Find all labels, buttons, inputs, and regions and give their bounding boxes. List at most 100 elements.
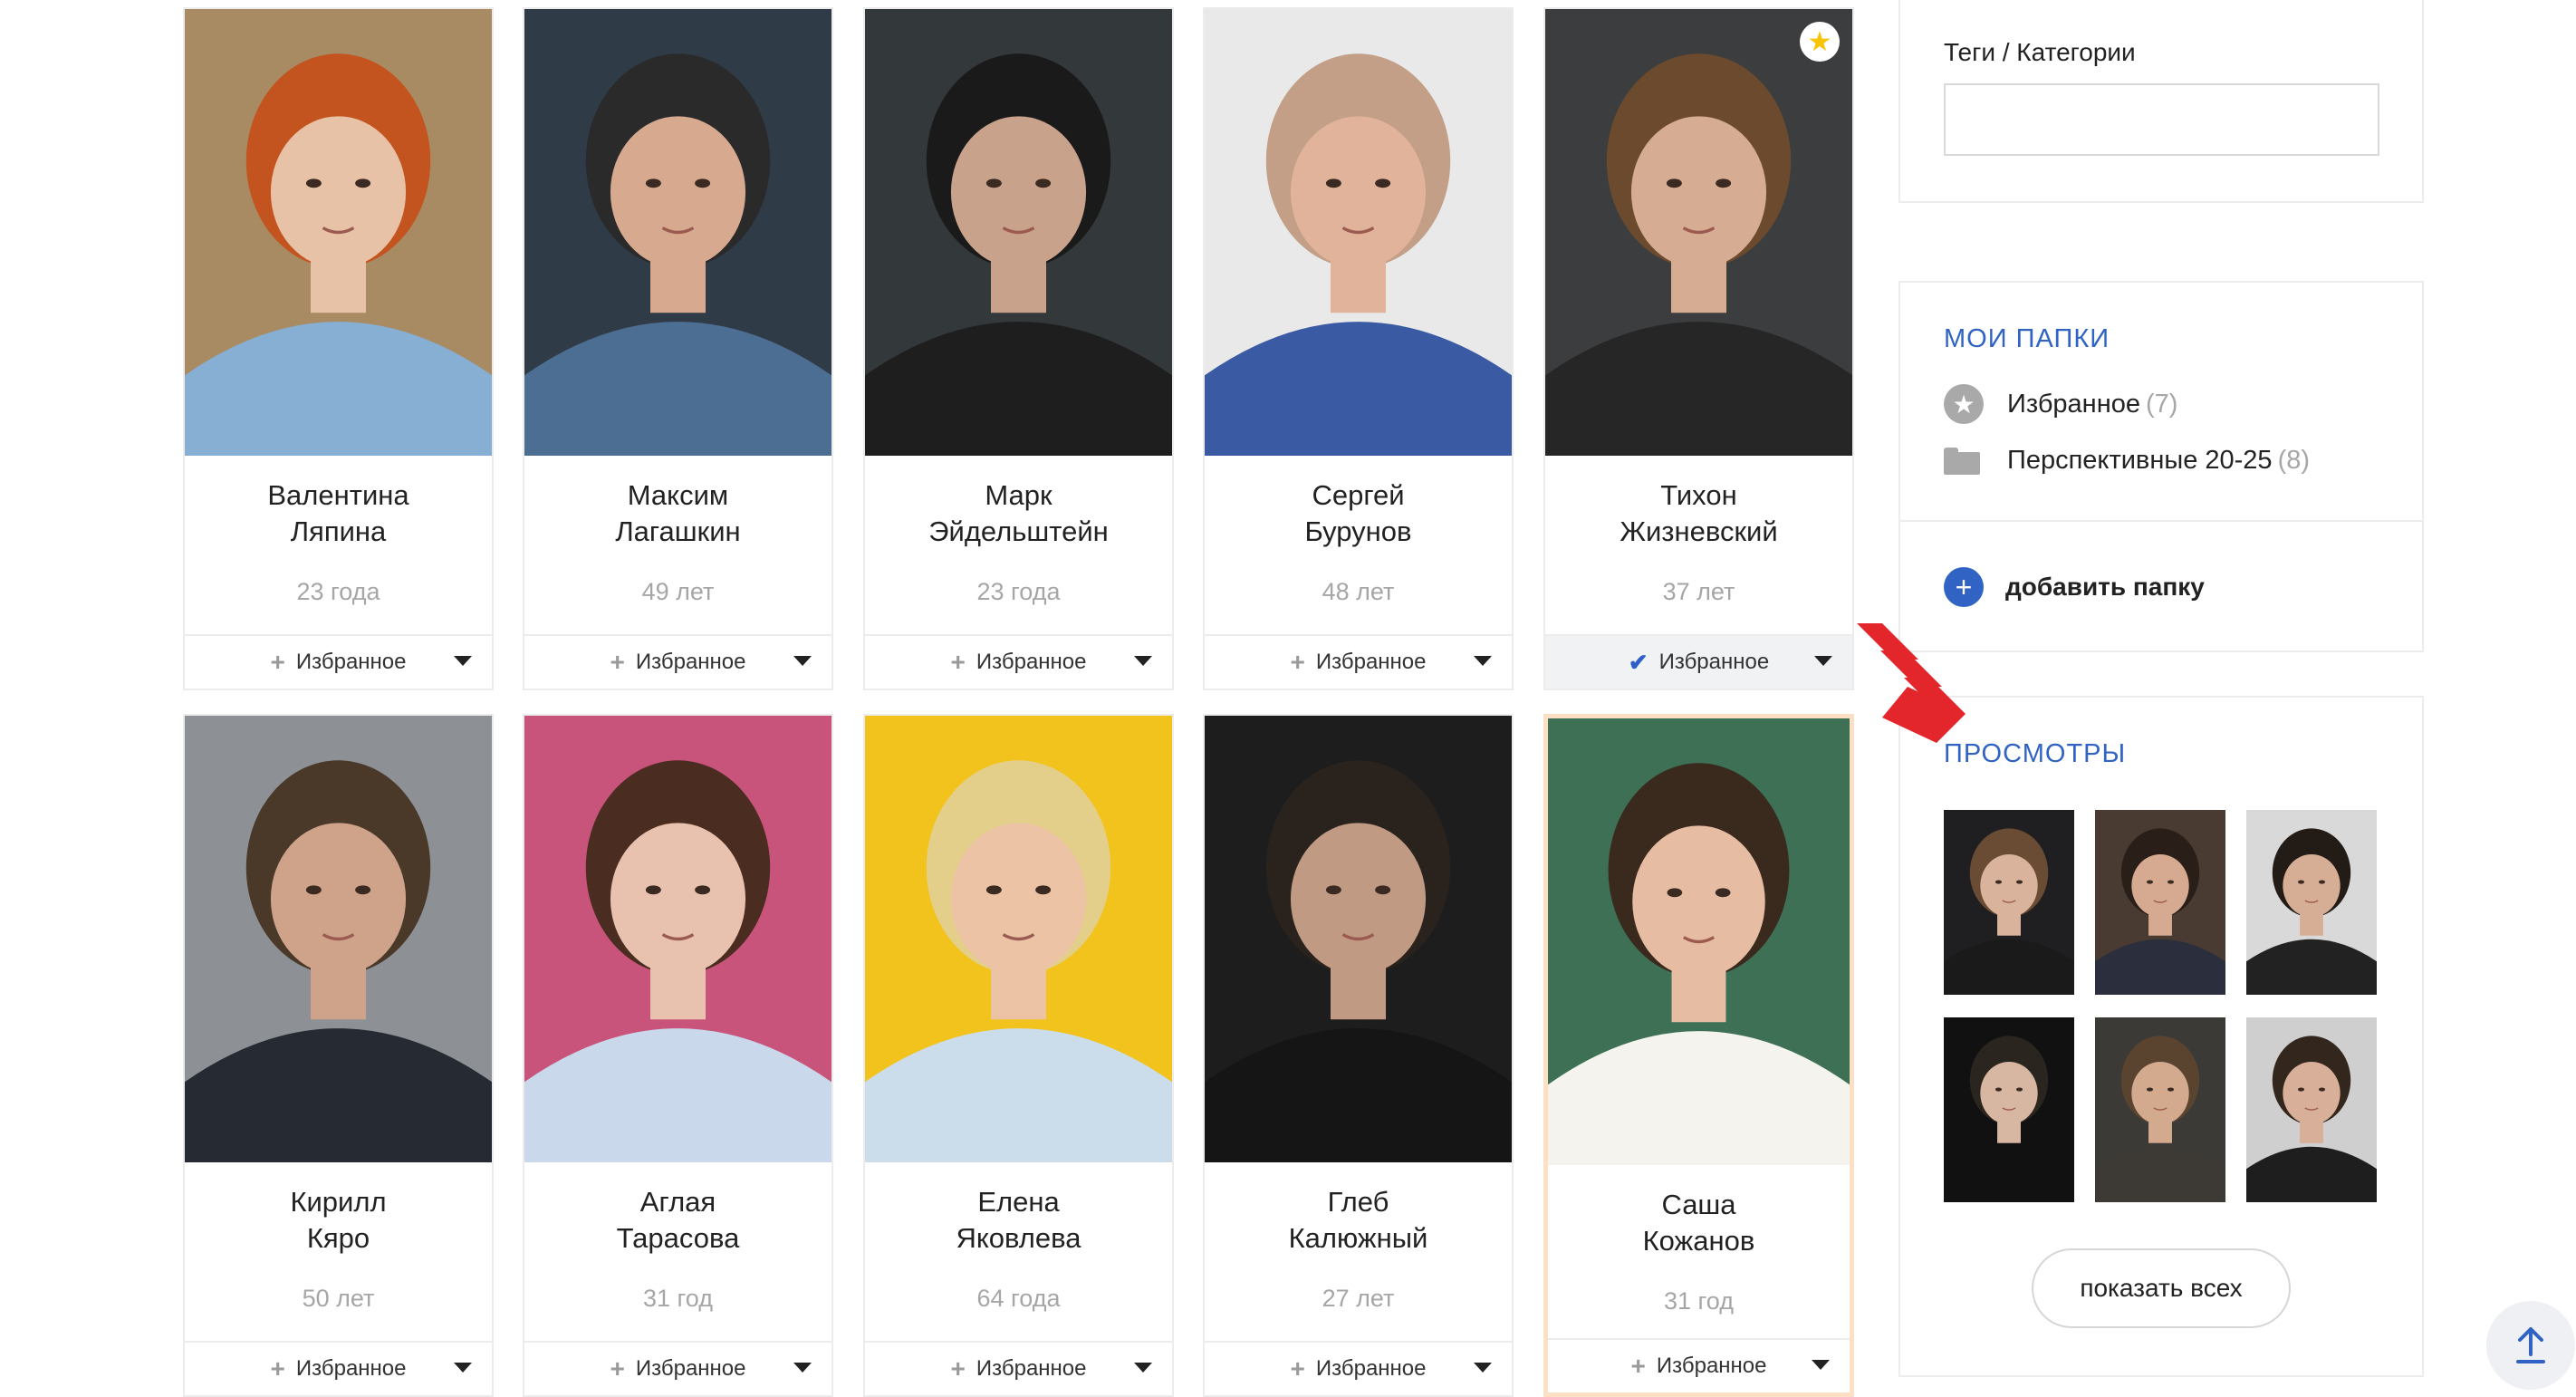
actor-age: 23 года (296, 578, 380, 605)
actor-name[interactable]: Саша Кожанов (1548, 1187, 1850, 1259)
favorite-label: Избранное (1658, 650, 1770, 674)
actor-age: 27 лет (1322, 1285, 1395, 1312)
favorite-button[interactable]: + Избранное (185, 634, 492, 689)
plus-circle-icon: + (1944, 567, 1984, 607)
plus-icon: + (950, 648, 966, 676)
actor-photo[interactable] (524, 716, 831, 1162)
actor-first-name: Тихон (1660, 479, 1737, 511)
actor-last-name: Лагашкин (615, 515, 741, 547)
actor-card[interactable]: Саша Кожанов 31 год + Избранное (1543, 714, 1854, 1397)
viewed-actor-thumbnail[interactable] (1944, 810, 2074, 995)
actor-card[interactable]: Марк Эйдельштейн 23 года + Избранное (863, 7, 1174, 690)
plus-icon: + (610, 648, 625, 676)
actor-name[interactable]: Елена Яковлева (865, 1184, 1172, 1257)
actor-photo[interactable] (1205, 716, 1512, 1162)
folder-count: (8) (2277, 446, 2311, 475)
folders-panel: МОИ ПАПКИ ★ Избранное (7) Перспективные … (1898, 281, 2424, 652)
favorite-button[interactable]: ✔ Избранное (1545, 634, 1852, 689)
chevron-down-icon[interactable] (454, 1363, 472, 1373)
actor-name[interactable]: Глеб Калюжный (1205, 1184, 1512, 1257)
divider (1900, 520, 2422, 522)
actor-photo[interactable] (865, 716, 1172, 1162)
favorite-button[interactable]: + Избранное (185, 1341, 492, 1395)
actor-card[interactable]: Валентина Ляпина 23 года + Избранное (183, 7, 494, 690)
actor-last-name: Кяро (306, 1222, 370, 1254)
favorite-button[interactable]: + Избранное (1205, 634, 1512, 689)
actor-card[interactable]: Сергей Бурунов 48 лет + Избранное (1203, 7, 1514, 690)
actor-last-name: Эйдельштейн (928, 515, 1109, 547)
favorite-label: Избранное (976, 650, 1087, 674)
chevron-down-icon[interactable] (793, 1363, 812, 1373)
favorite-button[interactable]: + Избранное (1205, 1341, 1512, 1395)
favorite-button[interactable]: + Избранное (865, 634, 1172, 689)
actor-first-name: Кирилл (290, 1186, 387, 1218)
actor-photo[interactable] (1545, 9, 1852, 456)
favorite-button[interactable]: + Избранное (524, 1341, 831, 1395)
actor-age: 31 год (1664, 1287, 1734, 1315)
actor-photo[interactable] (185, 716, 492, 1162)
show-all-button[interactable]: показать всех (2032, 1248, 2291, 1328)
actor-age: 31 год (643, 1285, 713, 1312)
actor-age: 37 лет (1662, 578, 1735, 605)
chevron-down-icon[interactable] (1134, 656, 1152, 666)
chevron-arrows-icon (1848, 616, 1975, 752)
chevron-down-icon[interactable] (1812, 1360, 1830, 1370)
actor-name[interactable]: Сергей Бурунов (1205, 477, 1512, 550)
favorite-button[interactable]: + Избранное (865, 1341, 1172, 1395)
viewed-actor-thumbnail[interactable] (2095, 1017, 2225, 1202)
plus-icon: + (610, 1354, 625, 1383)
viewed-actor-thumbnail[interactable] (2095, 810, 2225, 995)
actor-photo[interactable] (524, 9, 831, 456)
favorite-button[interactable]: + Избранное (524, 634, 831, 689)
folder-name: Перспективные 20-25 (2007, 446, 2273, 475)
actor-card[interactable]: Аглая Тарасова 31 год + Избранное (523, 714, 833, 1397)
actor-name[interactable]: Аглая Тарасова (524, 1184, 831, 1257)
actor-name[interactable]: Тихон Жизневский (1545, 477, 1852, 550)
favorite-button[interactable]: + Избранное (1548, 1338, 1850, 1392)
viewed-actor-thumbnail[interactable] (2246, 1017, 2377, 1202)
actor-name[interactable]: Кирилл Кяро (185, 1184, 492, 1257)
check-icon: ✔ (1628, 648, 1648, 676)
chevron-down-icon[interactable] (793, 656, 812, 666)
actor-last-name: Ляпина (290, 515, 387, 547)
actor-card[interactable]: Елена Яковлева 64 года + Избранное (863, 714, 1174, 1397)
add-folder-button[interactable]: + добавить папку (1944, 567, 2205, 607)
chevron-down-icon[interactable] (1814, 656, 1832, 666)
actor-photo[interactable] (1548, 718, 1850, 1165)
actor-photo[interactable] (865, 9, 1172, 456)
favorite-label: Избранное (295, 650, 407, 674)
chevron-down-icon[interactable] (454, 656, 472, 666)
plus-icon: + (270, 648, 285, 676)
tags-input[interactable] (1944, 83, 2379, 156)
chevron-down-icon[interactable] (1474, 656, 1492, 666)
actor-name[interactable]: Марк Эйдельштейн (865, 477, 1172, 550)
actor-card[interactable]: ★ Тихон Жизневский 37 лет ✔ Избранное (1543, 7, 1854, 690)
viewed-actor-thumbnail[interactable] (1944, 1017, 2074, 1202)
viewed-actor-thumbnail[interactable] (2246, 810, 2377, 995)
chevron-down-icon[interactable] (1474, 1363, 1492, 1373)
folder-item-favorites[interactable]: ★ Избранное (7) (1944, 384, 2177, 424)
actor-card[interactable]: Глеб Калюжный 27 лет + Избранное (1203, 714, 1514, 1397)
plus-icon: + (1290, 648, 1305, 676)
tags-panel: Теги / Категории (1898, 0, 2424, 203)
actor-first-name: Максим (627, 479, 729, 511)
actor-photo[interactable] (1205, 9, 1512, 456)
chevron-down-icon[interactable] (1134, 1363, 1152, 1373)
actor-name[interactable]: Валентина Ляпина (185, 477, 492, 550)
actor-photo[interactable] (185, 9, 492, 456)
favorite-label: Избранное (635, 1356, 746, 1381)
folder-name: Избранное (2007, 389, 2140, 419)
actor-age: 49 лет (641, 578, 715, 605)
actor-last-name: Бурунов (1304, 515, 1412, 547)
favorite-label: Избранное (976, 1356, 1087, 1381)
folders-title: МОИ ПАПКИ (1944, 324, 2110, 353)
scroll-to-top-button[interactable] (2486, 1301, 2575, 1390)
actor-card[interactable]: Максим Лагашкин 49 лет + Избранное (523, 7, 833, 690)
favorite-label: Избранное (295, 1356, 407, 1381)
actor-card[interactable]: Кирилл Кяро 50 лет + Избранное (183, 714, 494, 1397)
folder-item-perspective[interactable]: Перспективные 20-25 (8) (1944, 446, 2310, 476)
plus-icon: + (950, 1354, 966, 1383)
actor-age: 48 лет (1322, 578, 1395, 605)
actor-last-name: Кожанов (1642, 1225, 1755, 1257)
actor-name[interactable]: Максим Лагашкин (524, 477, 831, 550)
